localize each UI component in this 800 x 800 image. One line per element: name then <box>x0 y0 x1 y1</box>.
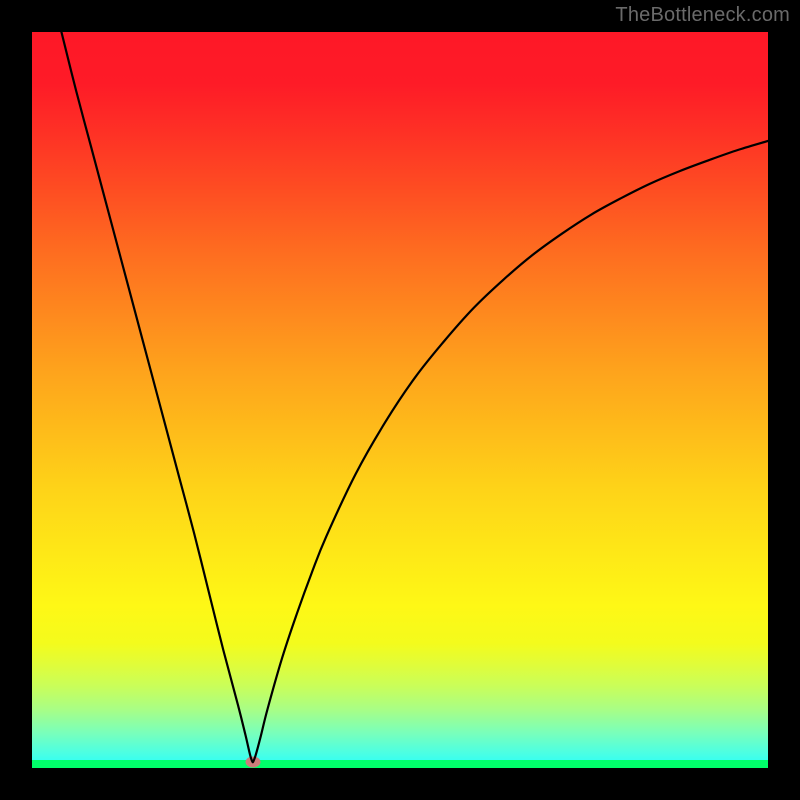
bottleneck-curve-path <box>61 32 768 762</box>
watermark-text: TheBottleneck.com <box>615 4 790 27</box>
bottleneck-curve-svg <box>32 32 768 768</box>
chart-frame: TheBottleneck.com <box>0 0 800 800</box>
